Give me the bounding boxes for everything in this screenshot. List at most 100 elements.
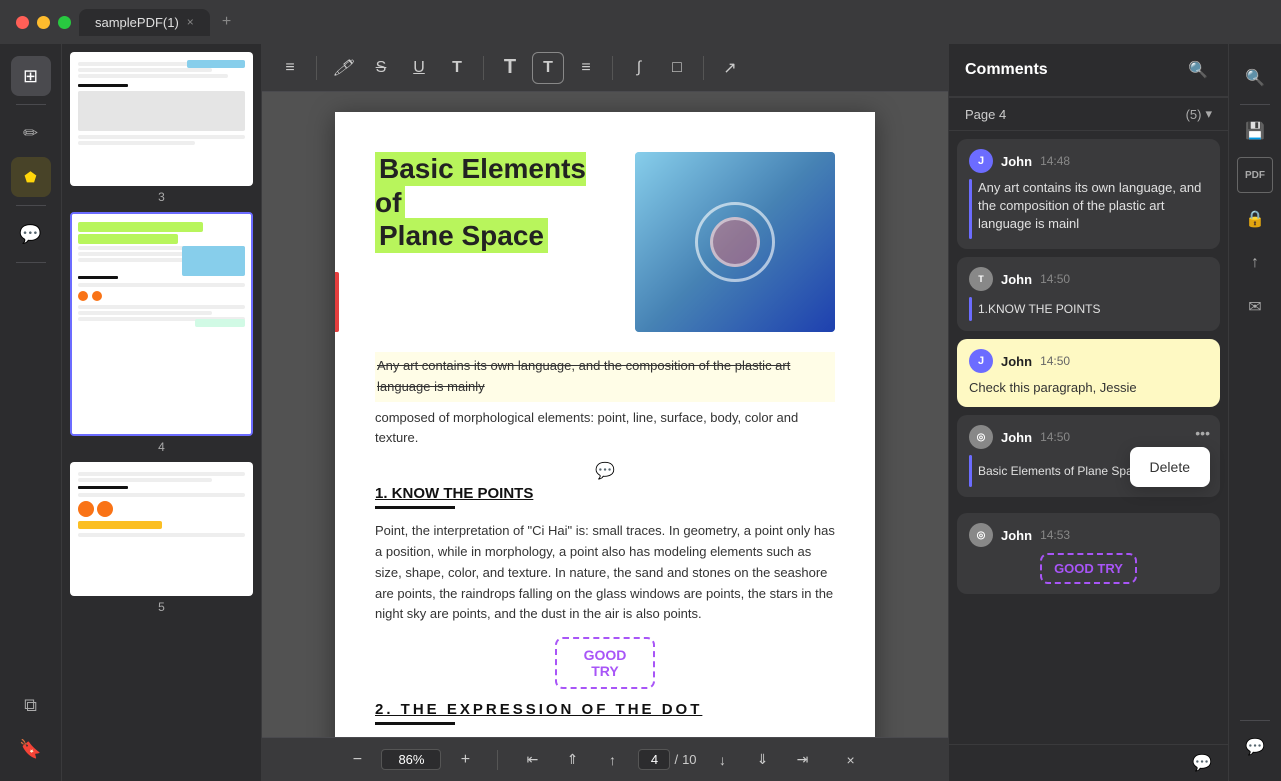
app-body: ⊞ ✏ ⬟ 💬 ⧉ 🔖 [0, 44, 1281, 781]
nav-prev-button[interactable]: ↑ [598, 746, 626, 774]
curve-tool-button[interactable]: ∫ [623, 52, 655, 84]
pdf-section2-divider [375, 722, 455, 725]
rpanel-search-button[interactable]: 🔍 [1237, 60, 1273, 96]
comment-4-menu-button[interactable]: ••• [1195, 425, 1210, 441]
nav-first-button[interactable]: ⇤ [518, 746, 546, 774]
tab-samplepdf[interactable]: samplePDF(1) × [79, 9, 210, 36]
comment-item-3: J John 14:50 Check this paragraph, Jessi… [957, 339, 1220, 407]
comments-search-button[interactable]: 🔍 [1184, 56, 1212, 84]
rpanel-lock-button[interactable]: 🔒 [1237, 201, 1273, 237]
comment-1-time: 14:48 [1040, 154, 1070, 168]
rpanel-pdf-button[interactable]: PDF [1237, 157, 1273, 193]
pdf-sticker-area: GOOD TRY [375, 637, 835, 689]
pdf-page: Basic Elements of Plane Space Any art co… [335, 112, 875, 737]
minimize-window-button[interactable] [37, 16, 50, 29]
page-total: 10 [682, 752, 696, 767]
strikethrough-tool-button[interactable]: S [365, 52, 397, 84]
rect-tool-button[interactable]: □ [661, 52, 693, 84]
page-section: / 10 [638, 749, 696, 770]
underline-tool-button[interactable]: U [403, 52, 435, 84]
page-info-label: Page 4 [965, 107, 1006, 122]
thumbnail-panel: 3 [62, 44, 262, 781]
toolbar: ≡ 🖊 S U T T T ≡ ∫ □ ↗ [262, 44, 948, 92]
comment-4-avatar: ◎ [969, 425, 993, 449]
thumb-img-5 [70, 462, 253, 596]
nav-next-button[interactable]: ↓ [709, 746, 737, 774]
nav-last-button[interactable]: ⇥ [789, 746, 817, 774]
tab-close-button[interactable]: × [187, 15, 194, 29]
nav-prev10-button[interactable]: ⇑ [558, 746, 586, 774]
page-count-value: (5) [1186, 107, 1202, 122]
comment-3-name: John [1001, 354, 1032, 369]
toolbar-divider-1 [316, 56, 317, 80]
thumb-label-5: 5 [70, 600, 253, 614]
traffic-lights [16, 16, 71, 29]
pdf-section2-title: 2. THE EXPRESSION OF THE DOT [375, 701, 835, 718]
text-box-tool-button[interactable]: T [532, 52, 564, 84]
comment-4-ref-text: Basic Elements of Plane Space [978, 464, 1145, 478]
comment-1-name: John [1001, 154, 1032, 169]
text-tool-1-button[interactable]: T [441, 52, 473, 84]
comment-2-header: T John 14:50 [969, 267, 1208, 291]
sidebar-icon-highlight[interactable]: ⬟ [11, 157, 51, 197]
align-tool-button[interactable]: ≡ [570, 52, 602, 84]
rpanel-chat-button[interactable]: 💬 [1237, 729, 1273, 765]
thumb-label-4: 4 [70, 440, 253, 454]
delete-popup: Delete [1130, 447, 1210, 487]
page-separator: / [674, 752, 678, 767]
zoom-value[interactable]: 86% [381, 749, 441, 770]
comment-item-1: J John 14:48 Any art contains its own la… [957, 139, 1220, 249]
comment-4-name: John [1001, 430, 1032, 445]
arrow-tool-button[interactable]: ↗ [714, 52, 746, 84]
rpanel-share-button[interactable]: ↑ [1237, 245, 1273, 281]
pdf-strikethrough-text: Any art contains its own language, and t… [375, 352, 835, 402]
comment-1-body: Any art contains its own language, and t… [978, 179, 1208, 234]
comment-tool-button[interactable]: ≡ [274, 52, 306, 84]
delete-button[interactable]: Delete [1130, 451, 1210, 483]
pdf-viewport[interactable]: Basic Elements of Plane Space Any art co… [262, 92, 948, 737]
pdf-section1-divider [375, 506, 455, 509]
pdf-section1-title: 1. KNOW THE POINTS [375, 485, 835, 502]
rpanel-divider-2 [1240, 720, 1270, 721]
comment-4-bar [969, 455, 972, 487]
sidebar-icon-bookmark[interactable]: 🔖 [11, 729, 51, 769]
rpanel-mail-button[interactable]: ✉ [1237, 289, 1273, 325]
comments-panel-title: Comments [965, 61, 1048, 79]
sidebar-divider-2 [16, 205, 46, 206]
edit-tool-button[interactable]: 🖊 [327, 52, 359, 84]
thumbnail-page-3[interactable]: 3 [70, 52, 253, 204]
tab-label: samplePDF(1) [95, 15, 179, 30]
chevron-down-icon: ▾ [1205, 106, 1212, 122]
comment-5-avatar: ◎ [969, 523, 993, 547]
toolbar-divider-3 [612, 56, 613, 80]
right-icon-strip: 🔍 💾 PDF 🔒 ↑ ✉ 💬 [1228, 44, 1281, 781]
comment-5-time: 14:53 [1040, 528, 1070, 542]
rpanel-save-button[interactable]: 💾 [1237, 113, 1273, 149]
close-bar-button[interactable]: × [837, 746, 865, 774]
maximize-window-button[interactable] [58, 16, 71, 29]
sidebar-icon-layers[interactable]: ⧉ [11, 685, 51, 725]
zoom-in-button[interactable]: + [453, 748, 477, 772]
nav-next10-button[interactable]: ⇓ [749, 746, 777, 774]
sidebar-icon-thumbnail[interactable]: ⊞ [11, 56, 51, 96]
new-tab-button[interactable]: + [222, 13, 231, 31]
comment-1-header: J John 14:48 [969, 149, 1208, 173]
comments-expand-button[interactable]: 💬 [1192, 753, 1212, 773]
main-area: ≡ 🖊 S U T T T ≡ ∫ □ ↗ [262, 44, 948, 781]
page-current-input[interactable] [638, 749, 670, 770]
text-tool-2-button[interactable]: T [494, 52, 526, 84]
sidebar-icon-comment[interactable]: 💬 [11, 214, 51, 254]
left-sidebar: ⊞ ✏ ⬟ 💬 ⧉ 🔖 [0, 44, 62, 781]
sidebar-icon-annotation[interactable]: ✏ [11, 113, 51, 153]
comment-1-bar [969, 179, 972, 239]
thumbnail-page-4[interactable]: 4 [70, 212, 253, 454]
comment-3-header: J John 14:50 [969, 349, 1208, 373]
pdf-sticker: GOOD TRY [555, 637, 655, 689]
zoom-out-button[interactable]: − [345, 748, 369, 772]
close-window-button[interactable] [16, 16, 29, 29]
sidebar-divider [16, 104, 46, 105]
thumbnail-page-5[interactable]: 5 [70, 462, 253, 614]
comment-item-4: ◎ John 14:50 Basic Elements of Plane Spa… [957, 415, 1220, 497]
page-count[interactable]: (5) ▾ [1186, 106, 1212, 122]
comments-list: J John 14:48 Any art contains its own la… [949, 131, 1228, 744]
